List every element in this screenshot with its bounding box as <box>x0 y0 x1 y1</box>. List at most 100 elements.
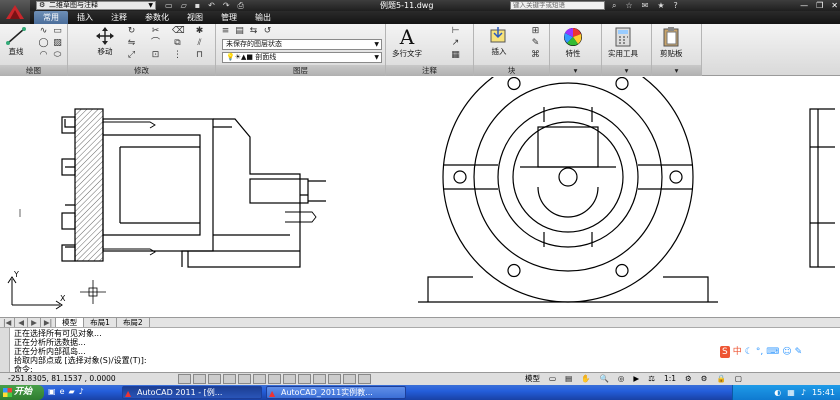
model-space-label[interactable]: 模型 <box>525 373 540 385</box>
qp-toggle[interactable] <box>343 374 356 384</box>
tab-manage[interactable]: 管理 <box>212 11 246 24</box>
open-file-icon[interactable]: ▱ <box>181 0 187 11</box>
sogou-icon[interactable]: S <box>720 346 730 358</box>
tab-layout2[interactable]: 布局2 <box>117 318 150 327</box>
zoom-icon[interactable]: 🔍 <box>600 373 609 385</box>
clipboard-panel-label[interactable]: ▾ <box>652 65 701 76</box>
search-input[interactable]: 键入关键字或短语 <box>510 1 605 10</box>
ie-icon[interactable]: e <box>60 387 65 396</box>
move-button[interactable]: 移动 <box>94 26 116 57</box>
offset-icon[interactable]: ⫽ <box>194 38 205 49</box>
ortho-toggle[interactable] <box>208 374 221 384</box>
tab-layout1[interactable]: 布局1 <box>84 318 117 327</box>
layout-quickview-icon[interactable]: ▭ <box>549 373 556 385</box>
dimension-icon[interactable]: ⊢ <box>450 26 461 37</box>
circle-icon[interactable]: ◯ <box>38 38 49 49</box>
punctuation-icon[interactable]: °, <box>756 346 763 358</box>
layer-state-icon[interactable]: ▤ <box>234 26 245 37</box>
multileader-icon[interactable]: ↗ <box>450 38 461 49</box>
trim-icon[interactable]: ✂ <box>150 26 161 37</box>
tab-view[interactable]: 视图 <box>178 11 212 24</box>
coordinate-readout[interactable]: -251.8305, 81.1537 , 0.0000 <box>8 373 116 385</box>
command-window-grip[interactable] <box>0 328 10 373</box>
volume-icon[interactable]: ♪ <box>801 385 806 400</box>
drawing-canvas[interactable]: YX <box>0 51 840 317</box>
lock-icon[interactable]: 🔒 <box>716 373 725 385</box>
polyline-icon[interactable]: ∿ <box>38 26 49 37</box>
showmotion-icon[interactable]: ▶ <box>633 373 639 385</box>
scale-icon[interactable]: ⊡ <box>150 50 161 61</box>
mtext-button[interactable]: A 多行文字 <box>392 26 422 59</box>
minimize-icon[interactable]: — <box>800 0 808 11</box>
lwt-toggle[interactable] <box>313 374 326 384</box>
tab-home[interactable]: 常用 <box>34 11 68 24</box>
save-icon[interactable]: ▪ <box>195 0 200 11</box>
tab-output[interactable]: 输出 <box>246 11 280 24</box>
clipboard-button[interactable]: 剪贴板 <box>660 26 683 59</box>
workspace-switch-icon[interactable]: ⚙ <box>701 373 708 385</box>
drawing-quickview-icon[interactable]: ▤ <box>565 373 572 385</box>
media-icon[interactable]: ♪ <box>79 387 84 396</box>
tab-insert[interactable]: 插入 <box>68 11 102 24</box>
hatch-icon[interactable]: ▨ <box>52 38 63 49</box>
utilities-panel-label[interactable]: ▾ <box>602 65 651 76</box>
stretch-icon[interactable]: ⤢ <box>126 50 137 61</box>
layer-select[interactable]: 💡☀▲■ 剖面线 ▼ <box>222 52 382 63</box>
insert-block-button[interactable]: 插入 <box>488 26 510 57</box>
draw-panel-label[interactable]: 绘图 <box>0 65 67 76</box>
plot-icon[interactable]: ⎙ <box>238 0 244 11</box>
favorites-icon[interactable]: ★ <box>657 0 664 11</box>
start-button[interactable]: 开始 <box>0 385 44 400</box>
copy-icon[interactable]: ⧉ <box>172 38 183 49</box>
first-tab-icon[interactable]: |◀ <box>0 318 16 327</box>
workspace-selector[interactable]: ⚙ 二维草图与注释 ▼ <box>36 1 156 10</box>
user-icon[interactable]: ☺ <box>782 346 791 358</box>
snap-toggle[interactable] <box>178 374 191 384</box>
layer-match-icon[interactable]: ⇆ <box>248 26 259 37</box>
layer-state-select[interactable]: 未保存的图层状态 ▼ <box>222 39 382 50</box>
redo-icon[interactable]: ↷ <box>223 0 230 11</box>
annotation-panel-label[interactable]: 注释 <box>386 65 473 76</box>
tray-icon[interactable]: ◐ <box>774 385 781 400</box>
search-icon[interactable]: ⌕ <box>612 0 616 11</box>
sc-toggle[interactable] <box>358 374 371 384</box>
last-tab-icon[interactable]: ▶| <box>41 318 57 327</box>
taskbar-item-autocad-1[interactable]: ▲ AutoCAD 2011 - [例... <box>122 386 262 399</box>
properties-button[interactable]: 特性 <box>562 26 584 59</box>
dyn-toggle[interactable] <box>298 374 311 384</box>
join-icon[interactable]: ⊓ <box>194 50 205 61</box>
command-window[interactable]: 正在选择所有可见对象... 正在分析所选数据... 正在分析内部孤岛... 拾取… <box>0 327 840 374</box>
tab-model[interactable]: 模型 <box>56 318 85 327</box>
help-icon[interactable]: ? <box>674 0 678 11</box>
rectangle-icon[interactable]: ▭ <box>52 26 63 37</box>
fillet-icon[interactable]: ⌒ <box>150 38 161 49</box>
keyboard-icon[interactable]: ⌨ <box>766 346 779 358</box>
prev-tab-icon[interactable]: ◀ <box>15 318 29 327</box>
annotation-scale[interactable]: 1:1 <box>664 373 676 385</box>
3dosnap-toggle[interactable] <box>253 374 266 384</box>
desktop-icon[interactable]: ▣ <box>48 387 56 396</box>
block-panel-label[interactable]: 块 <box>474 65 549 76</box>
grid-toggle[interactable] <box>193 374 206 384</box>
ime-mode[interactable]: 中 <box>733 346 742 358</box>
ducs-toggle[interactable] <box>283 374 296 384</box>
line-button[interactable]: 直线 <box>5 26 27 57</box>
layers-panel-label[interactable]: 图层 <box>216 65 385 76</box>
communication-icon[interactable]: ✉ <box>642 0 649 11</box>
application-button[interactable] <box>0 0 30 24</box>
subscription-icon[interactable]: ☆ <box>625 0 632 11</box>
otrack-toggle[interactable] <box>268 374 281 384</box>
clock[interactable]: 15:41 <box>812 385 835 400</box>
annotation-visibility-icon[interactable]: ⚙ <box>685 373 692 385</box>
table-icon[interactable]: ▦ <box>450 50 461 61</box>
moon-icon[interactable]: ☾ <box>745 346 753 358</box>
explode-icon[interactable]: ✱ <box>194 26 205 37</box>
arc-icon[interactable]: ◠ <box>38 50 49 61</box>
utilities-button[interactable]: 实用工具 <box>608 26 638 59</box>
polar-toggle[interactable] <box>223 374 236 384</box>
tab-annotate[interactable]: 注释 <box>102 11 136 24</box>
layer-previous-icon[interactable]: ↺ <box>262 26 273 37</box>
ellipse-icon[interactable]: ⬭ <box>52 50 63 61</box>
create-block-icon[interactable]: ⊞ <box>530 26 541 37</box>
undo-icon[interactable]: ↶ <box>208 0 215 11</box>
